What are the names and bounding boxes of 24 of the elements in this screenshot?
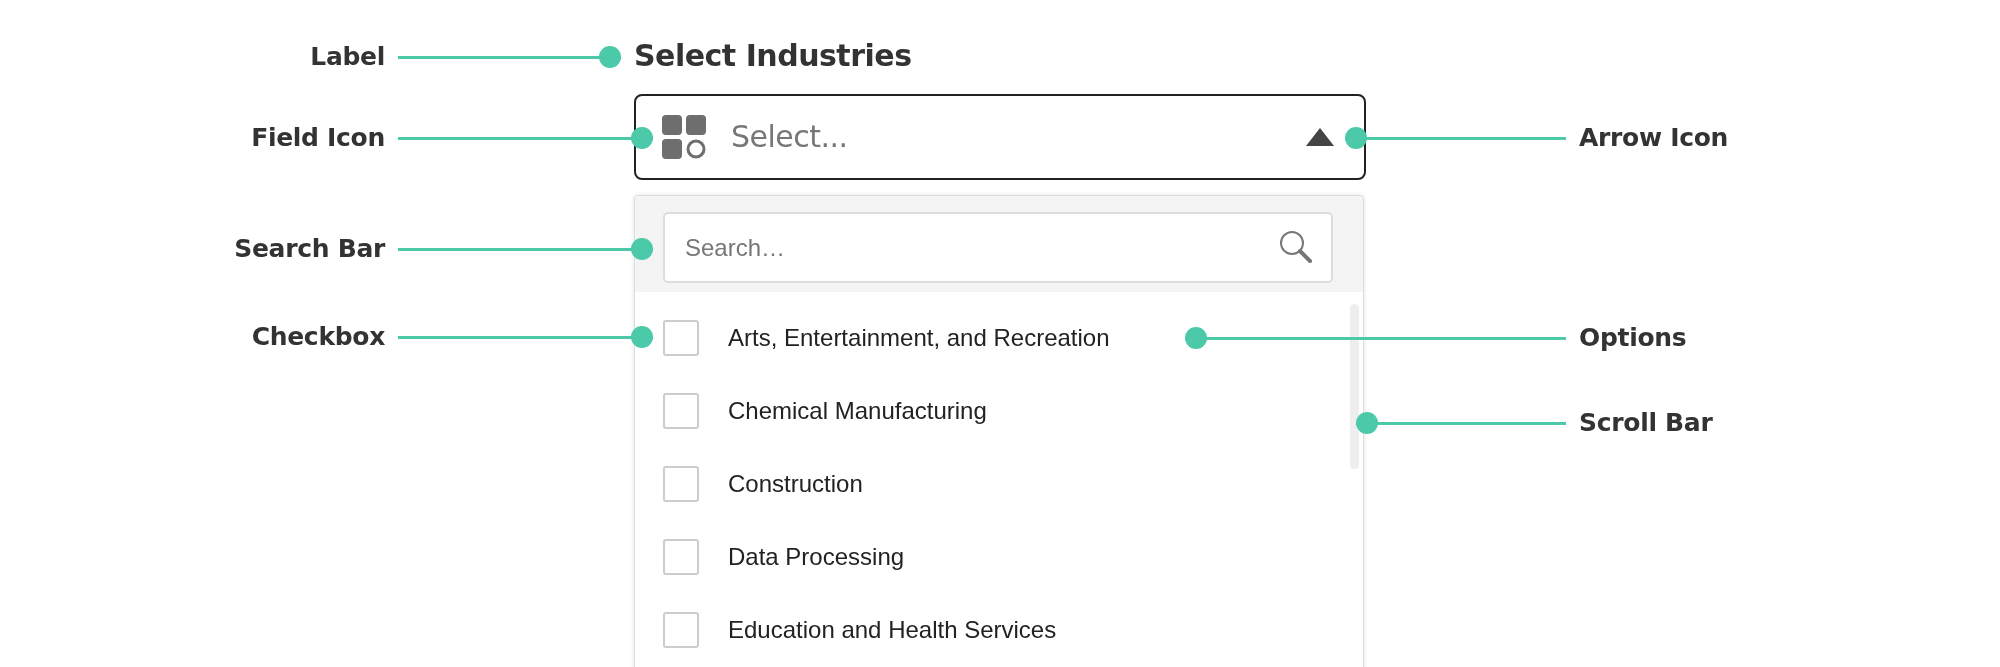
checkbox[interactable] <box>663 611 699 648</box>
option-label[interactable]: Data Processing <box>728 541 905 572</box>
checkbox[interactable] <box>663 319 699 356</box>
checkbox[interactable] <box>663 538 699 575</box>
callout-label: Field Icon <box>250 123 385 153</box>
search-icon <box>1279 230 1313 264</box>
callout-label: Checkbox <box>250 322 385 352</box>
caret-up-icon[interactable] <box>1306 128 1334 146</box>
option-label[interactable]: Construction <box>728 468 863 499</box>
option-label[interactable]: Chemical Manufacturing <box>728 395 987 426</box>
checkbox[interactable] <box>663 465 699 502</box>
checkbox[interactable] <box>663 392 699 429</box>
select-field[interactable]: Select... <box>634 94 1366 180</box>
field-label: Select Industries <box>634 38 912 74</box>
select-placeholder: Select... <box>731 119 848 155</box>
option-label[interactable]: Arts, Entertainment, and Recreation <box>728 322 1110 353</box>
callout-label: Scroll Bar <box>1579 408 1713 438</box>
search-field[interactable]: Search… <box>663 212 1333 283</box>
callout-label: Label <box>309 42 385 72</box>
callout-label: Search Bar <box>233 234 385 264</box>
grid-icon <box>662 115 706 159</box>
option-label[interactable]: Education and Health Services <box>728 614 1057 645</box>
callout-label: Arrow Icon <box>1579 123 1729 153</box>
callout-label: Options <box>1579 323 1687 353</box>
